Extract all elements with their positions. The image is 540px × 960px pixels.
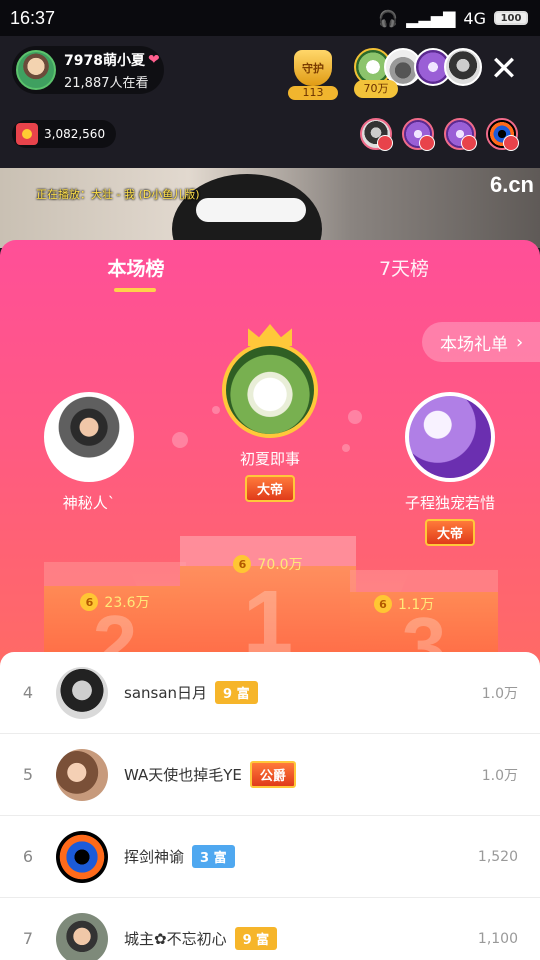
- guard-badge[interactable]: 守护 113: [288, 48, 338, 100]
- wealth-badge: 9 富: [215, 681, 258, 704]
- podium-name: 神秘人`: [62, 494, 116, 512]
- coin-icon: 6: [374, 595, 392, 613]
- coin-value: 3,082,560: [44, 127, 106, 141]
- platform-first: 1 6 70.0万: [180, 536, 356, 673]
- title-badge: 大帝: [424, 519, 475, 546]
- user-avatar[interactable]: [56, 748, 108, 801]
- list-item[interactable]: 5 WA天使也掉毛YE 公爵 1.0万: [0, 734, 540, 816]
- tab-underline: [114, 288, 156, 292]
- noble-badge: 公爵: [249, 761, 296, 788]
- fan-avatar[interactable]: [402, 118, 435, 151]
- coin-icon: 6: [80, 593, 99, 611]
- coin-balance[interactable]: 3,082,560: [12, 120, 116, 148]
- gift-list-button[interactable]: 本场礼单 ›: [422, 322, 540, 362]
- host-name: 7978萌小夏: [64, 52, 145, 69]
- now-playing-text: 正在播放：大壮 - 我 (D小鱼儿版): [36, 188, 200, 201]
- status-bar: 16:37 🎧 ▂▃▅▇ 4G 100: [0, 0, 540, 36]
- user-score: 1.0万: [481, 767, 518, 784]
- list-item[interactable]: 7 城主✿不忘初心 9 富 1,100: [0, 898, 540, 960]
- podium-score: 6 23.6万: [44, 592, 186, 612]
- tab-seven-days[interactable]: 7天榜: [334, 254, 474, 281]
- top-contributor-amount: 70万: [354, 80, 398, 98]
- close-button[interactable]: ✕: [488, 52, 520, 86]
- ranking-list: 4 sansan日月 9 富 1.0万 5 WA天使也掉毛YE 公爵 1.0万 …: [0, 652, 540, 960]
- podium-avatar[interactable]: [44, 392, 134, 482]
- network-type: 4G: [463, 8, 486, 28]
- podium-score: 6 1.1万: [350, 594, 498, 614]
- fan-avatars[interactable]: [360, 118, 519, 151]
- podium-name: 子程独宠若惜: [404, 494, 495, 512]
- user-avatar[interactable]: [56, 666, 108, 719]
- wealth-badge: 3 富: [192, 845, 235, 868]
- list-item[interactable]: 4 sansan日月 9 富 1.0万: [0, 652, 540, 734]
- contributor-avatar[interactable]: [444, 48, 482, 86]
- chevron-right-icon: ›: [516, 331, 524, 353]
- coin-icon: 6: [233, 555, 252, 573]
- guard-shield-icon: 守护: [294, 50, 332, 86]
- podium-avatar[interactable]: [222, 342, 318, 438]
- user-score: 1,520: [477, 848, 518, 865]
- wealth-badge: 9 富: [234, 927, 278, 950]
- platform-second: 2 6 23.6万: [44, 562, 186, 688]
- tab-this-show[interactable]: 本场榜: [66, 254, 206, 281]
- signal-icon: ▂▃▅▇: [406, 8, 456, 28]
- podium-name: 初夏即事: [239, 450, 300, 468]
- viewer-count: 21,887人在看: [64, 75, 149, 91]
- platform-third: 3 6 1.1万: [350, 570, 498, 690]
- user-name: sansan日月: [124, 684, 208, 702]
- fan-avatar[interactable]: [486, 118, 519, 151]
- host-info-pill[interactable]: 7978萌小夏 ❤ 21,887人在看: [12, 46, 164, 94]
- rank-number: 6: [22, 847, 34, 866]
- podium-avatar[interactable]: [405, 392, 495, 482]
- user-score: 1,100: [477, 930, 518, 947]
- battery-icon: 100: [494, 11, 528, 25]
- podium-third[interactable]: 子程独宠若惜 大帝: [378, 392, 522, 546]
- list-item[interactable]: 6 挥剑神谕 3 富 1,520: [0, 816, 540, 898]
- live-header: 7978萌小夏 ❤ 21,887人在看 守护 113 70万 ✕ 3,082,5…: [0, 36, 540, 168]
- title-badge: 大帝: [244, 475, 295, 502]
- crown-icon: [248, 324, 292, 346]
- status-time: 16:37: [10, 7, 56, 28]
- fan-avatar[interactable]: [360, 118, 393, 151]
- user-name: 城主✿不忘初心: [124, 930, 227, 948]
- live-video[interactable]: 正在播放：大壮 - 我 (D小鱼儿版) 6.cn: [0, 168, 540, 248]
- fan-avatar[interactable]: [444, 118, 477, 151]
- user-name: 挥剑神谕: [124, 848, 185, 866]
- user-avatar[interactable]: [56, 912, 108, 960]
- user-score: 1.0万: [481, 685, 518, 702]
- guard-count: 113: [288, 86, 338, 100]
- rank-number: 5: [22, 765, 34, 784]
- user-avatar[interactable]: [56, 830, 108, 883]
- podium-second[interactable]: 神秘人`: [34, 392, 144, 513]
- rank-number: 4: [22, 683, 34, 702]
- status-icons: 🎧 ▂▃▅▇ 4G 100: [378, 9, 528, 28]
- host-avatar[interactable]: [16, 50, 56, 90]
- heart-icon: ❤: [147, 51, 160, 68]
- headphone-icon: 🎧: [378, 8, 399, 28]
- rank-number: 7: [22, 929, 34, 948]
- red-envelope-icon: [16, 123, 38, 145]
- ranking-tabs: 本场榜 7天榜: [0, 254, 540, 294]
- watermark-logo: 6.cn: [489, 172, 534, 197]
- user-name: WA天使也掉毛YE: [124, 766, 242, 784]
- podium-first[interactable]: 初夏即事 大帝: [196, 324, 344, 502]
- podium-score: 6 70.0万: [180, 554, 356, 574]
